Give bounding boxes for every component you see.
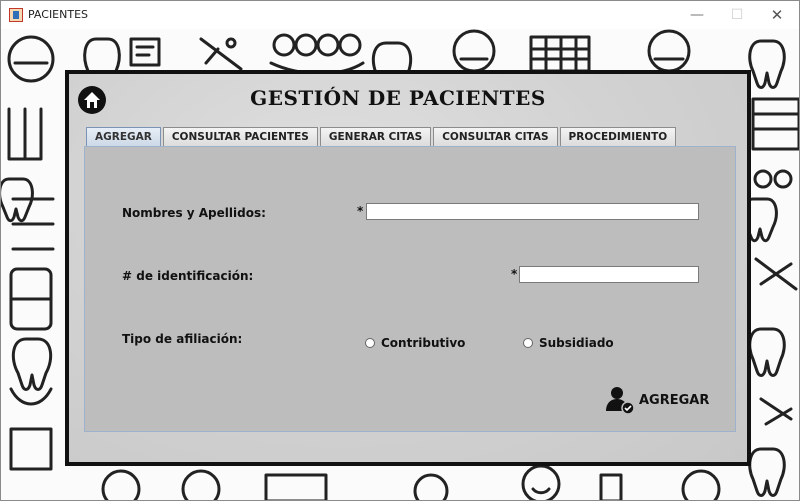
- tab-consultar-pacientes[interactable]: CONSULTAR PACIENTES: [162, 127, 318, 146]
- affiliation-label: Tipo de afiliación:: [122, 332, 243, 346]
- tab-agregar[interactable]: AGREGAR: [86, 127, 161, 146]
- title-bar: PACIENTES — ☐ ✕: [1, 1, 799, 29]
- id-label: # de identificación:: [122, 269, 254, 283]
- tab-consultar-citas[interactable]: CONSULTAR CITAS: [433, 127, 558, 146]
- name-required-mark: *: [357, 204, 364, 218]
- radio-subsidiado-label: Subsidiado: [539, 336, 614, 350]
- add-patient-button[interactable]: AGREGAR: [605, 385, 709, 415]
- patients-panel: GESTIÓN DE PACIENTES AGREGAR CONSULTAR P…: [65, 70, 751, 466]
- maximize-button[interactable]: ☐: [717, 1, 757, 29]
- add-user-icon: [606, 387, 635, 415]
- java-app-icon: [9, 8, 23, 22]
- app-window: PACIENTES — ☐ ✕ GESTIÓN DE PACIENTES AGR…: [0, 0, 800, 501]
- radio-subsidiado[interactable]: Subsidiado: [523, 336, 614, 350]
- close-button[interactable]: ✕: [757, 1, 797, 29]
- name-field[interactable]: [366, 203, 699, 220]
- tab-bar: AGREGAR CONSULTAR PACIENTES GENERAR CITA…: [86, 127, 678, 146]
- radio-circle[interactable]: [523, 338, 533, 348]
- radio-contributivo[interactable]: Contributivo: [365, 336, 465, 350]
- tab-procedimiento[interactable]: PROCEDIMIENTO: [559, 127, 677, 146]
- radio-circle[interactable]: [365, 338, 375, 348]
- add-patient-form: Nombres y Apellidos: * # de identificaci…: [84, 146, 736, 432]
- tab-generar-citas[interactable]: GENERAR CITAS: [319, 127, 432, 146]
- page-title: GESTIÓN DE PACIENTES: [250, 86, 546, 110]
- add-button-label: AGREGAR: [639, 392, 710, 408]
- id-required-mark: *: [511, 267, 518, 281]
- id-field[interactable]: [519, 266, 699, 283]
- panel-body: GESTIÓN DE PACIENTES AGREGAR CONSULTAR P…: [69, 74, 747, 462]
- name-label: Nombres y Apellidos:: [122, 206, 266, 220]
- radio-contributivo-label: Contributivo: [381, 336, 466, 350]
- window-title: PACIENTES: [28, 8, 89, 21]
- minimize-button[interactable]: —: [677, 1, 717, 29]
